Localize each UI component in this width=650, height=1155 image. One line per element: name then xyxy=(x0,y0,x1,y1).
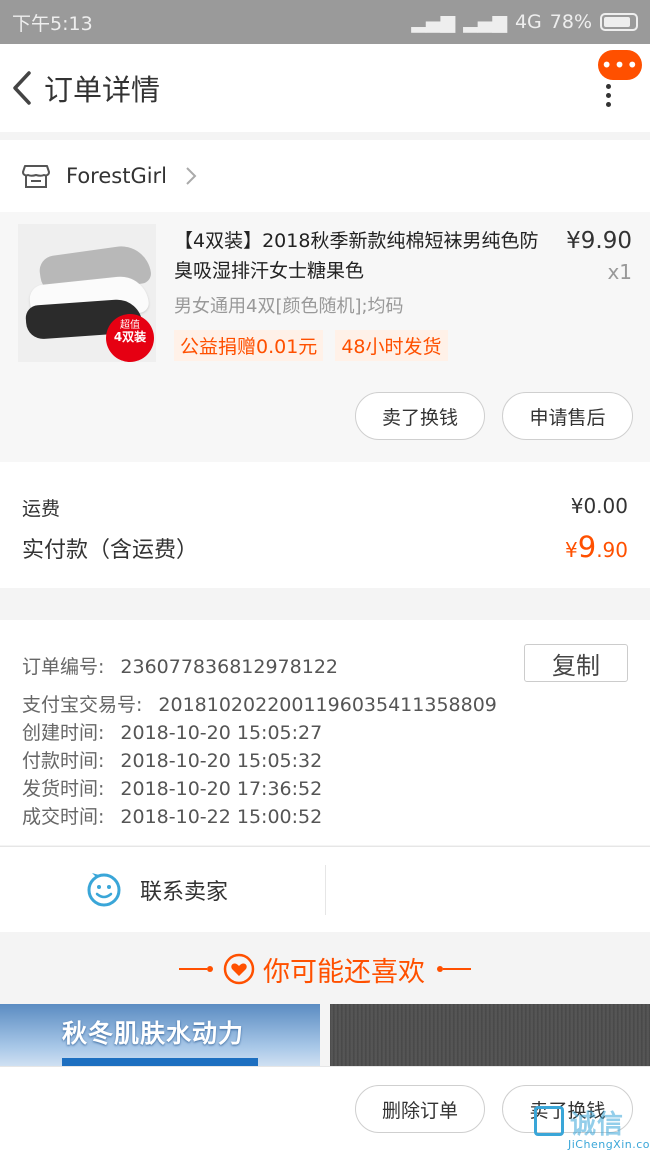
heart-icon xyxy=(223,953,255,985)
chat-bubble-icon xyxy=(87,873,121,907)
product-quantity: x1 xyxy=(607,260,632,284)
divider xyxy=(325,865,326,915)
decor-line-left xyxy=(179,968,207,970)
created-time: 2018-10-20 15:05:27 xyxy=(120,722,323,744)
chevron-left-icon xyxy=(13,71,31,105)
recommend-title: 你可能还喜欢 xyxy=(263,956,425,988)
product-price: ¥9.90 xyxy=(566,228,632,254)
order-number-row: 订单编号: 236077836812978122 xyxy=(22,656,338,678)
sell-button[interactable]: 卖了换钱 xyxy=(355,392,485,440)
tag-charity: 公益捐赠0.01元 xyxy=(174,330,324,361)
paid-value: ¥9.90 xyxy=(565,530,628,564)
freight-value: ¥0.00 xyxy=(570,494,628,518)
message-more-badge[interactable]: ••• xyxy=(598,50,642,80)
signal-icon-2: ▂▄▆ xyxy=(463,11,507,33)
created-time-row: 创建时间: 2018-10-20 15:05:27 xyxy=(22,722,323,744)
contact-seller-button[interactable]: 联系卖家 xyxy=(0,847,326,933)
shop-name: ForestGirl xyxy=(66,164,168,188)
product-card[interactable]: 超值 4双装 【4双装】2018秋季新款纯棉短袜男纯色防臭吸湿排汗女士糖果色 ¥… xyxy=(0,212,650,462)
completed-time-row: 成交时间: 2018-10-22 15:00:52 xyxy=(22,806,323,828)
decor-line-right xyxy=(443,968,471,970)
shop-row[interactable]: ForestGirl xyxy=(0,140,650,212)
paid-time-row: 付款时间: 2018-10-20 15:05:32 xyxy=(22,750,323,772)
product-thumbnail[interactable]: 超值 4双装 xyxy=(18,224,156,362)
product-tags: 公益捐赠0.01元 48小时发货 xyxy=(174,330,448,361)
shipped-time: 2018-10-20 17:36:52 xyxy=(120,778,323,800)
after-sales-button[interactable]: 申请售后 xyxy=(502,392,633,440)
nav-bar: 订单详情 ••• xyxy=(0,44,650,132)
shop-icon xyxy=(22,165,50,188)
page-title: 订单详情 xyxy=(44,73,161,107)
delete-order-button[interactable]: 删除订单 xyxy=(355,1085,485,1133)
status-bar: 下午5:13 ▂▄▆ ▂▄▆ 4G 78% xyxy=(0,0,650,44)
sell-bottom-button[interactable]: 卖了换钱 xyxy=(502,1085,633,1133)
decor-dot-left xyxy=(207,966,213,972)
status-time: 下午5:13 xyxy=(12,12,93,35)
signal-icon: ▂▄▆ xyxy=(411,11,456,33)
recommend-banner-text: 秋冬肌肤水动力 xyxy=(62,1019,245,1048)
shipped-time-row: 发货时间: 2018-10-20 17:36:52 xyxy=(22,778,323,800)
alipay-trade-row: 支付宝交易号: 2018102022001196035411358809 xyxy=(22,694,497,716)
recommend-header: 你可能还喜欢 xyxy=(0,934,650,1004)
freight-label: 运费 xyxy=(22,498,61,520)
completed-time: 2018-10-22 15:00:52 xyxy=(120,806,323,828)
more-menu-icon[interactable] xyxy=(606,84,612,107)
price-summary: 运费 ¥0.00 实付款（含运费） ¥9.90 xyxy=(0,462,650,588)
battery-icon xyxy=(600,13,638,31)
status-right: ▂▄▆ ▂▄▆ 4G 78% xyxy=(411,11,638,33)
chevron-right-icon xyxy=(186,167,197,185)
network-type: 4G xyxy=(514,11,542,33)
product-title: 【4双装】2018秋季新款纯棉短袜男纯色防臭吸湿排汗女士糖果色 xyxy=(174,230,539,282)
tag-shipping: 48小时发货 xyxy=(335,330,448,361)
product-spec: 男女通用4双[颜色随机];均码 xyxy=(174,296,404,317)
recommend-item-right[interactable] xyxy=(330,1004,650,1066)
alipay-trade-number: 2018102022001196035411358809 xyxy=(158,694,497,716)
contact-seller-label: 联系卖家 xyxy=(140,880,229,905)
recommend-item-left[interactable]: 秋冬肌肤水动力 xyxy=(0,1004,320,1066)
paid-time: 2018-10-20 15:05:32 xyxy=(120,750,323,772)
bottom-action-bar: 删除订单 卖了换钱 xyxy=(0,1066,650,1155)
contact-bar: 联系卖家 xyxy=(0,846,650,932)
copy-button[interactable]: 复制 xyxy=(524,644,628,682)
back-button[interactable] xyxy=(0,44,44,132)
thumb-promo-badge: 超值 4双装 xyxy=(106,314,154,362)
paid-label: 实付款（含运费） xyxy=(22,538,199,563)
battery-percent: 78% xyxy=(549,11,592,33)
order-number: 236077836812978122 xyxy=(120,656,338,678)
order-info: 订单编号: 236077836812978122 复制 支付宝交易号: 201810… xyxy=(0,620,650,845)
